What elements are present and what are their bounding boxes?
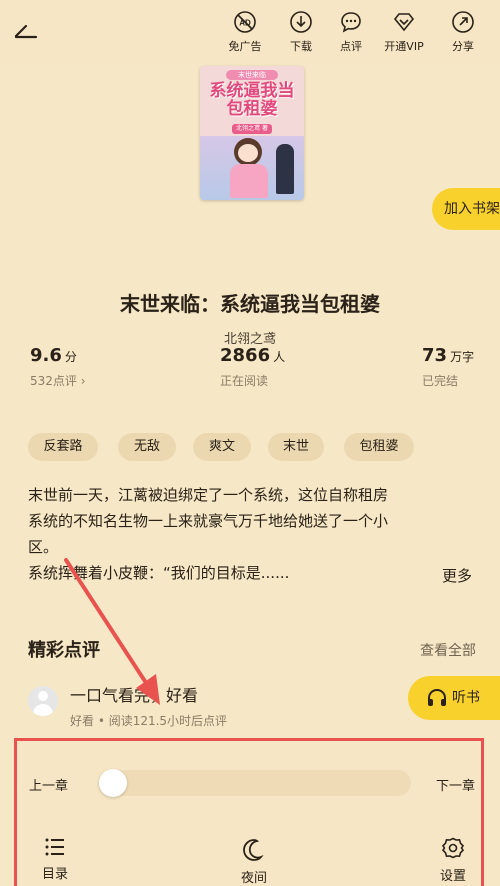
cover-top-line: 末世来临 [226,70,278,80]
chapter-progress-slider[interactable] [101,770,411,796]
synopsis-line: 末世前一天，江蓠被迫绑定了一个系统，这位自称租房 [28,486,389,504]
comment-label: 点评 [340,40,362,53]
listen-label: 听书 [452,690,480,706]
book-title: 末世来临：系统逼我当包租婆 [120,292,380,316]
vip-diamond-icon [393,13,415,32]
readers-value: 2866 [220,345,271,366]
headphones-icon [428,688,446,706]
avatar [28,686,58,716]
readers-sub: 正在阅读 [220,374,269,388]
tag-item[interactable]: 末世 [268,433,324,461]
synopsis-line: 系统挥舞着小皮鞭：“我们的目标是...... [28,564,290,582]
book-cover[interactable]: 末世来临 系统逼我当包租婆 北翎之鸢 著 [200,66,304,200]
vip-button[interactable]: 开通VIP [374,10,434,54]
catalog-label: 目录 [41,867,68,882]
back-arrow-icon[interactable] [12,20,40,44]
ad-free-icon: AD [234,11,256,33]
more-link[interactable]: 更多 [442,565,472,586]
settings-button[interactable]: 设置 [423,837,483,884]
words-stat: 73 万字 已完结 [422,345,474,389]
readers-stat: 2866 人 正在阅读 [220,345,285,389]
words-value: 73 [422,345,448,366]
readers-unit: 人 [273,350,286,364]
prev-chapter-button[interactable]: 上一章 [29,775,68,794]
tag-item[interactable]: 爽文 [193,433,251,461]
rating-unit: 分 [64,350,77,364]
review-count: 532点评 › [30,374,86,388]
cover-title: 系统逼我当包租婆 [209,81,295,119]
catalog-icon [45,838,64,856]
tag-item[interactable]: 反套路 [28,433,98,461]
synopsis-line: 区。 [28,538,59,556]
comment-icon [341,12,361,33]
words-unit: 万字 [450,350,475,364]
download-label: 下载 [290,40,312,53]
share-button[interactable]: 分享 [433,10,493,54]
vip-label: 开通VIP [384,40,424,53]
comment-button[interactable]: 点评 [321,10,381,54]
add-to-shelf-button[interactable]: 加入书架 [432,188,500,230]
book-stats: 9.6 分 532点评 › 2866 人 正在阅读 73 万字 已完结 [0,345,500,395]
night-mode-button[interactable]: 夜间 [224,839,284,886]
review-text: 一口气看完，好看 [70,686,199,705]
tag-item[interactable]: 无敌 [118,433,176,461]
synopsis-line: 系统的不知名生物一上来就豪气万千地给她送了一个小 [28,512,389,530]
ad-free-label: 免广告 [228,40,262,53]
night-mode-label: 夜间 [240,871,267,886]
listen-button[interactable]: 听书 [408,676,500,720]
moon-icon [243,839,264,861]
tag-item[interactable]: 包租婆 [344,433,414,461]
view-all-link[interactable]: 查看全部 [420,640,476,660]
download-icon [290,11,312,33]
review-meta: 好看 • 阅读121.5小时后点评 [70,714,228,728]
book-synopsis[interactable]: 末世前一天，江蓠被迫绑定了一个系统，这位自称租房 系统的不知名生物一上来就豪气万… [28,482,474,586]
status-label: 已完结 [422,374,459,388]
settings-icon [442,837,464,859]
reviews-title: 精彩点评 [28,640,100,661]
next-chapter-button[interactable]: 下一章 [436,775,475,794]
top-toolbar: AD 免广告 下载 点评 开通VIP 分享 [0,0,500,64]
slider-knob[interactable] [99,769,127,797]
reader-control-panel: 上一章 下一章 目录 夜间 设置 [14,738,484,886]
cover-author-tag: 北翎之鸢 著 [232,124,272,134]
share-icon [452,11,474,33]
ad-free-button[interactable]: AD 免广告 [215,10,275,54]
catalog-button[interactable]: 目录 [25,837,85,882]
rating-value: 9.6 [30,345,62,366]
share-label: 分享 [452,40,474,53]
settings-label: 设置 [439,869,466,884]
rating-stat[interactable]: 9.6 分 532点评 › [30,345,86,389]
